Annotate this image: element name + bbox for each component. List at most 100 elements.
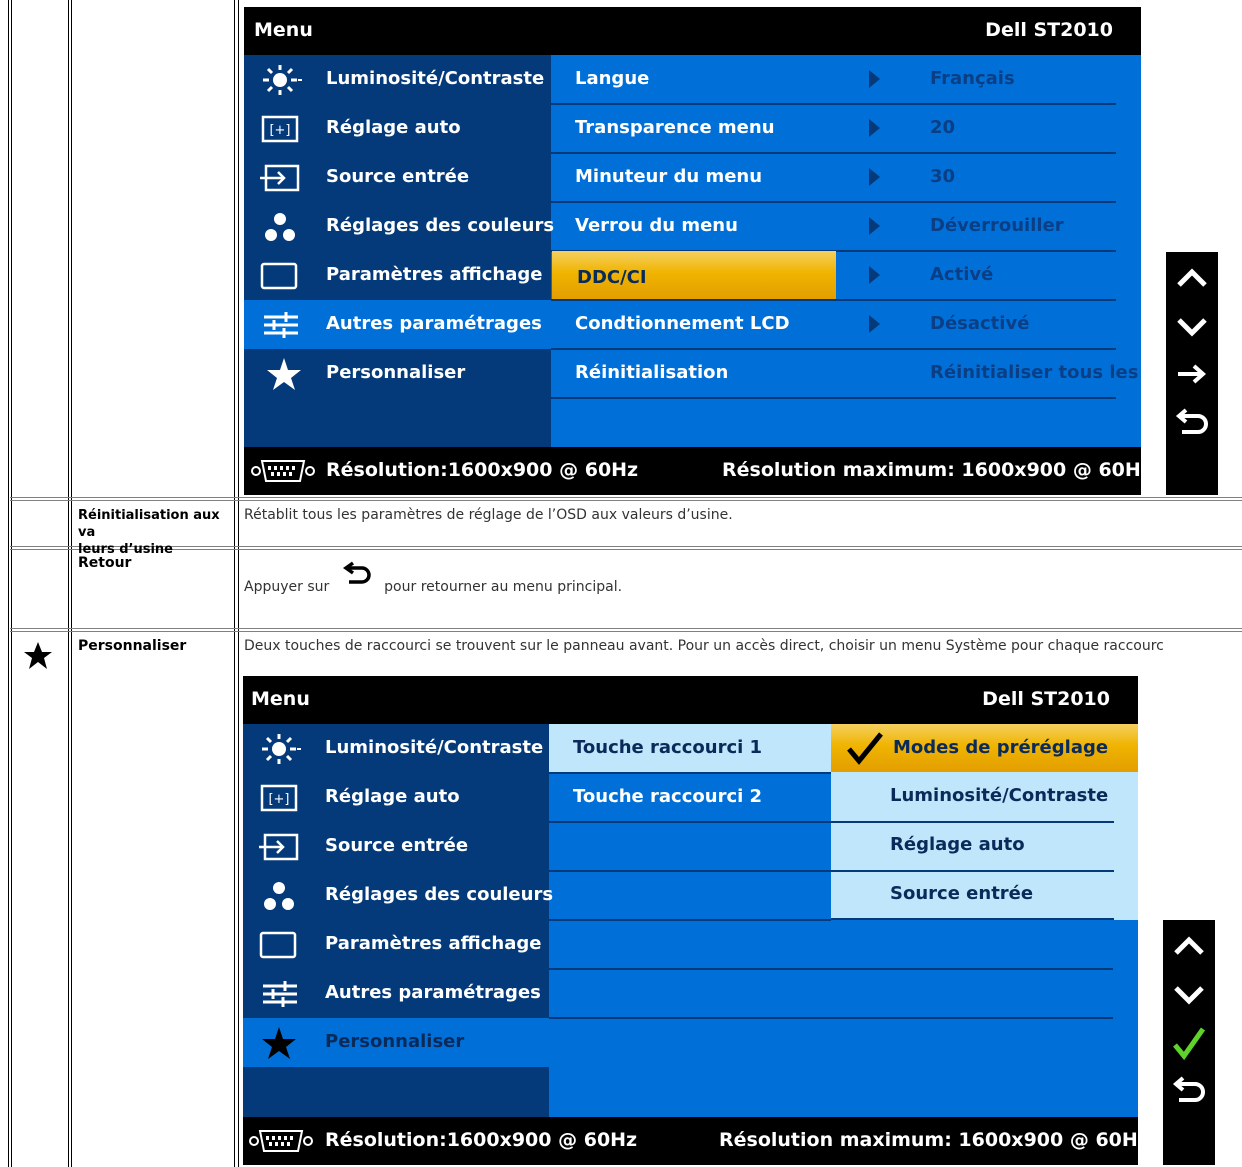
- empty-row: [549, 822, 831, 872]
- menu-item-auto-adjust[interactable]: [+] Réglage auto: [244, 104, 551, 153]
- option-row[interactable]: Luminosité/Contraste: [831, 773, 1114, 823]
- display-rect-icon: [260, 262, 298, 290]
- menu-item-other-settings[interactable]: Autres paramétrages: [244, 300, 551, 349]
- reset-factory-label-line1: Réinitialisation aux va: [78, 508, 220, 540]
- vga-connector-icon: [251, 460, 315, 482]
- submenu-row-menu-lock[interactable]: Verrou du menu Déverrouiller: [551, 202, 1116, 252]
- model-name: Dell ST2010: [982, 688, 1110, 710]
- personalize-label: Personnaliser: [78, 638, 187, 654]
- menu-item-color-settings[interactable]: Réglages des couleurs: [244, 202, 555, 251]
- model-name: Dell ST2010: [985, 19, 1113, 41]
- osd-header: Menu Dell ST2010: [243, 676, 1138, 724]
- arrow-right-icon[interactable]: [1166, 350, 1218, 398]
- sliders-icon: [263, 981, 297, 1007]
- arrow-right-icon: [869, 70, 880, 88]
- menu-item-other-settings[interactable]: Autres paramétrages: [243, 969, 550, 1018]
- menu-item-display-settings[interactable]: Paramètres affichage: [244, 251, 551, 300]
- star-icon: [262, 1027, 296, 1059]
- menu-item-label: Réglage auto: [325, 786, 460, 807]
- row-divider: [10, 500, 1242, 501]
- option-label: Source entrée: [890, 883, 1034, 904]
- submenu-row-reset[interactable]: Réinitialisation Réinitialiser tous les: [551, 349, 1138, 399]
- table-border-left: [8, 0, 9, 1167]
- osd-menu-other-settings: Menu Dell ST2010 Luminosité/Contraste [+…: [244, 7, 1152, 495]
- back-icon[interactable]: [1166, 400, 1218, 448]
- back-icon[interactable]: [1163, 1068, 1215, 1116]
- col-divider-2b: [238, 0, 239, 1167]
- col-divider-1: [68, 0, 69, 1167]
- osd-left-menu: Luminosité/Contraste [+] Réglage auto So…: [244, 55, 555, 447]
- vga-connector-icon: [249, 1130, 313, 1152]
- star-icon: [267, 358, 301, 390]
- menu-item-personalize[interactable]: Personnaliser: [244, 349, 551, 398]
- menu-item-brightness[interactable]: Luminosité/Contraste: [244, 55, 551, 104]
- menu-item-input-source[interactable]: Source entrée: [244, 153, 551, 202]
- osd-footer: Résolution:1600x900 @ 60Hz Résolution ma…: [244, 447, 1152, 495]
- arrow-right-icon: [869, 217, 880, 235]
- menu-item-label: Autres paramétrages: [325, 982, 541, 1003]
- col-divider-2: [234, 0, 235, 1167]
- submenu-row-empty: [551, 398, 1116, 446]
- down-icon[interactable]: [1163, 970, 1215, 1018]
- empty-row: [549, 969, 1113, 1019]
- row-label: Condtionnement LCD: [575, 313, 790, 334]
- resolution-text: Résolution:1600x900 @ 60Hz: [325, 1129, 638, 1151]
- up-icon[interactable]: [1166, 254, 1218, 302]
- down-icon[interactable]: [1166, 302, 1218, 350]
- menu-item-auto-adjust[interactable]: [+] Réglage auto: [243, 773, 550, 822]
- row-label: Touche raccourci 1: [573, 737, 763, 758]
- menu-item-label: Source entrée: [325, 835, 469, 856]
- auto-adjust-icon: [+]: [260, 784, 298, 812]
- osd-submenu: Langue Français Transparence menu 20 Min…: [551, 55, 1138, 447]
- menu-item-input-source[interactable]: Source entrée: [243, 822, 550, 871]
- row-label: Transparence menu: [575, 117, 775, 138]
- menu-item-label: Réglage auto: [326, 117, 461, 138]
- row-value: Déverrouiller: [930, 215, 1064, 236]
- back-label: Retour: [78, 555, 132, 571]
- submenu-row-lcd-conditioning[interactable]: Condtionnement LCD Désactivé: [551, 300, 1116, 350]
- row-label: DDC/CI: [577, 267, 647, 288]
- hotkey-1-row[interactable]: Touche raccourci 1: [549, 724, 831, 774]
- osd-navigation-buttons: [1166, 252, 1218, 495]
- row-label: Touche raccourci 2: [573, 786, 763, 807]
- row-divider: [10, 497, 1242, 498]
- up-icon[interactable]: [1163, 922, 1215, 970]
- submenu-row-language[interactable]: Langue Français: [551, 55, 1116, 105]
- color-dots-icon: [264, 882, 294, 910]
- menu-item-label: Personnaliser: [325, 1031, 465, 1052]
- reset-factory-label: Réinitialisation aux va leurs d’usine: [78, 507, 233, 558]
- menu-item-label: Réglages des couleurs: [326, 215, 555, 236]
- submenu-row-menu-timer[interactable]: Minuteur du menu 30: [551, 153, 1116, 203]
- option-label: Luminosité/Contraste: [890, 785, 1109, 806]
- option-row-selected[interactable]: Modes de préréglage: [831, 724, 1138, 772]
- row-label: Réinitialisation: [575, 362, 729, 383]
- osd-footer: Résolution:1600x900 @ 60Hz Résolution ma…: [243, 1117, 1149, 1165]
- color-dots-icon: [265, 213, 295, 241]
- svg-text:[+]: [+]: [269, 123, 290, 138]
- hotkey-options-list: Modes de préréglage Luminosité/Contraste…: [831, 724, 1138, 920]
- osd-header: Menu Dell ST2010: [244, 7, 1141, 55]
- menu-item-label: Paramètres affichage: [325, 933, 542, 954]
- row-value: Activé: [930, 264, 994, 285]
- input-source-icon: [260, 164, 300, 192]
- row-label: Verrou du menu: [575, 215, 738, 236]
- menu-item-display-settings[interactable]: Paramètres affichage: [243, 920, 550, 969]
- menu-title: Menu: [251, 688, 310, 710]
- option-row[interactable]: Source entrée: [831, 871, 1114, 920]
- submenu-row-ddcci[interactable]: DDC/CI Activé: [551, 251, 1116, 301]
- back-desc-after: pour retourner au menu principal.: [384, 579, 623, 595]
- svg-text:[+]: [+]: [268, 792, 289, 807]
- hotkey-2-row[interactable]: Touche raccourci 2: [549, 773, 831, 823]
- menu-item-brightness[interactable]: Luminosité/Contraste: [243, 724, 550, 773]
- option-row[interactable]: Réglage auto: [831, 822, 1114, 872]
- option-label: Réglage auto: [890, 834, 1025, 855]
- menu-item-color-settings[interactable]: Réglages des couleurs: [243, 871, 553, 920]
- checkmark-icon[interactable]: [1163, 1019, 1215, 1067]
- arrow-right-icon: [869, 119, 880, 137]
- osd-left-menu: Luminosité/Contraste [+] Réglage auto So…: [243, 724, 1113, 1117]
- row-label: Minuteur du menu: [575, 166, 763, 187]
- osd-navigation-buttons: [1163, 920, 1215, 1165]
- checkmark-icon: [847, 732, 883, 765]
- submenu-row-transparency[interactable]: Transparence menu 20: [551, 104, 1116, 154]
- auto-adjust-icon: [+]: [261, 115, 299, 143]
